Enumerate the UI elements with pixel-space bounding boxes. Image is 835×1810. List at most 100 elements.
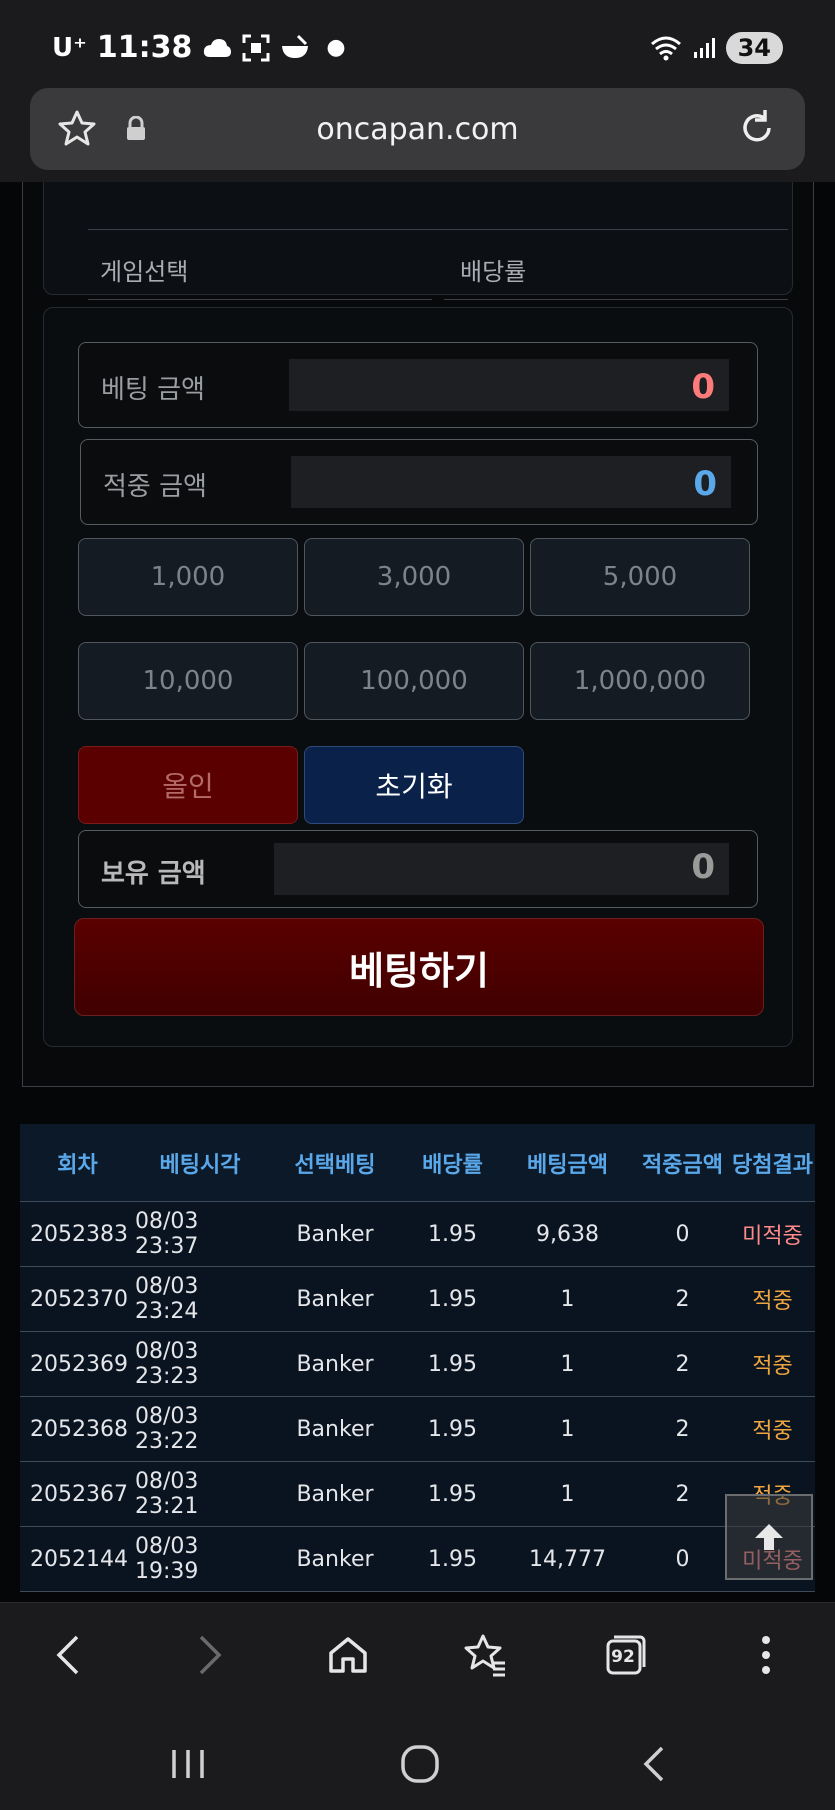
home-circle-icon bbox=[401, 1745, 439, 1783]
table-cell: 0 bbox=[675, 1546, 690, 1572]
table-cell: Banker bbox=[296, 1546, 374, 1572]
home-icon bbox=[329, 1637, 367, 1673]
home-button[interactable] bbox=[318, 1625, 378, 1685]
result-cell: 적중 bbox=[752, 1289, 793, 1314]
balance-value: 0 bbox=[691, 847, 715, 887]
table-row: 205214408/03 19:39Banker1.9514,7770미적중 bbox=[20, 1527, 815, 1592]
browser-toolbar: oncapan.com bbox=[0, 86, 835, 182]
column-header: 선택베팅 bbox=[294, 1152, 376, 1178]
table-cell: 2052368 bbox=[30, 1416, 128, 1442]
info-row-selection: 게임선택 배당률 bbox=[88, 230, 788, 300]
table-cell: 1 bbox=[560, 1416, 575, 1442]
column-header: 베팅시각 bbox=[159, 1152, 241, 1178]
table-cell: 2 bbox=[675, 1351, 690, 1377]
bet-form-panel: 베팅 금액 0 적중 금액 0 1,000 3,000 5,000 10,000… bbox=[43, 307, 793, 1047]
table-row: 205236708/03 23:21Banker1.9512적중 bbox=[20, 1462, 815, 1527]
chip-3000-button[interactable]: 3,000 bbox=[304, 538, 524, 616]
reset-button[interactable]: 초기화 bbox=[304, 746, 524, 824]
column-header: 당첨결과 bbox=[732, 1152, 813, 1178]
table-cell: Banker bbox=[296, 1481, 374, 1507]
star-list-icon bbox=[464, 1634, 505, 1677]
status-bar: U⁺ 11:38 ● 34 bbox=[0, 0, 835, 86]
all-in-button[interactable]: 올인 bbox=[78, 746, 298, 824]
forward-button[interactable] bbox=[180, 1625, 240, 1685]
table-cell: 2052369 bbox=[30, 1351, 128, 1377]
column-header: 베팅금액 bbox=[527, 1152, 608, 1178]
win-amount-label: 적중 금액 bbox=[103, 472, 207, 502]
chip-1000000-button[interactable]: 1,000,000 bbox=[530, 642, 750, 720]
balance-field: 보유 금액 0 bbox=[78, 830, 758, 908]
result-cell: 적중 bbox=[752, 1354, 793, 1379]
back-button[interactable] bbox=[38, 1625, 98, 1685]
table-cell: 1 bbox=[560, 1286, 575, 1312]
recent-apps-icon bbox=[172, 1750, 204, 1778]
bet-amount-value: 0 bbox=[691, 367, 715, 407]
table-cell: 0 bbox=[675, 1221, 690, 1247]
chip-100000-button[interactable]: 100,000 bbox=[304, 642, 524, 720]
bet-amount-label: 베팅 금액 bbox=[101, 375, 205, 405]
table-cell: 2 bbox=[675, 1286, 690, 1312]
system-nav-bar bbox=[0, 1706, 835, 1810]
table-header: 회차 베팅시각 선택베팅 배당률 베팅금액 적중금액 당첨결과 bbox=[20, 1124, 815, 1202]
column-header: 배당률 bbox=[422, 1152, 483, 1178]
table-cell: 2052383 bbox=[30, 1221, 128, 1247]
chip-5000-button[interactable]: 5,000 bbox=[530, 538, 750, 616]
signal-icon bbox=[693, 38, 715, 58]
table-cell: Banker bbox=[296, 1416, 374, 1442]
table-cell: 08/03 23:21 bbox=[135, 1469, 199, 1519]
more-vertical-icon bbox=[762, 1636, 770, 1674]
carrier-label: U⁺ bbox=[52, 32, 87, 63]
bookmarks-button[interactable] bbox=[456, 1625, 516, 1685]
notification-dot-icon: ● bbox=[326, 35, 346, 60]
table-cell: 1.95 bbox=[428, 1351, 477, 1377]
table-cell: 1 bbox=[560, 1481, 575, 1507]
battery-indicator: 34 bbox=[725, 32, 783, 64]
tabs-button[interactable]: 92 bbox=[596, 1625, 656, 1685]
table-cell: Banker bbox=[296, 1221, 374, 1247]
table-row: 2052370 08/03 23:24 Banker 1.95 1 2 적중 bbox=[20, 1267, 815, 1332]
table-cell: 2 bbox=[675, 1416, 690, 1442]
bet-amount-field: 베팅 금액 0 bbox=[78, 342, 758, 428]
reload-icon[interactable] bbox=[735, 106, 779, 150]
table-cell: 1.95 bbox=[428, 1481, 477, 1507]
recent-apps-button[interactable] bbox=[158, 1734, 218, 1794]
win-amount-display: 0 bbox=[291, 456, 731, 508]
table-cell: 1.95 bbox=[428, 1286, 477, 1312]
win-amount-field: 적중 금액 0 bbox=[80, 439, 758, 525]
back-system-button[interactable] bbox=[624, 1734, 684, 1794]
back-chevron-icon bbox=[643, 1746, 664, 1782]
bet-history-table: 회차 베팅시각 선택베팅 배당률 베팅금액 적중금액 당첨결과 2052383 08/03 2… bbox=[20, 1124, 815, 1592]
table-body: 2052383 08/03 23:37 Banker 1.95 9,638 0 미적중 205… bbox=[20, 1202, 815, 1592]
table-cell: 08/03 19:39 bbox=[135, 1534, 199, 1584]
info-row-top bbox=[88, 182, 788, 230]
menu-button[interactable] bbox=[736, 1625, 796, 1685]
chip-1000-button[interactable]: 1,000 bbox=[78, 538, 298, 616]
odds-label: 배당률 bbox=[460, 258, 527, 286]
table-row: 2052369 08/03 23:23 Banker 1.95 1 2 적중 bbox=[20, 1332, 815, 1397]
chip-10000-button[interactable]: 10,000 bbox=[78, 642, 298, 720]
win-amount-value: 0 bbox=[693, 464, 717, 504]
browser-nav-bar: 92 bbox=[0, 1602, 835, 1706]
cloud-icon bbox=[204, 38, 232, 57]
table-row: 2052368 08/03 23:22 Banker 1.95 1 2 적중 bbox=[20, 1397, 815, 1462]
game-select-label: 게임선택 bbox=[100, 258, 189, 286]
result-cell: 적중 bbox=[752, 1419, 793, 1444]
web-page: 게임선택 배당률 베팅 금액 0 적중 금액 0 1,000 3,000 5,0… bbox=[0, 182, 835, 1602]
betting-section: 게임선택 배당률 베팅 금액 0 적중 금액 0 1,000 3,000 5,0… bbox=[22, 182, 814, 1087]
table-cell: 08/03 23:22 bbox=[135, 1404, 199, 1454]
bet-amount-input[interactable]: 0 bbox=[289, 359, 729, 411]
home-system-button[interactable] bbox=[390, 1734, 450, 1794]
url-text[interactable]: oncapan.com bbox=[30, 112, 805, 147]
address-bar[interactable]: oncapan.com bbox=[30, 88, 805, 170]
table-cell: 08/03 23:37 bbox=[135, 1209, 199, 1259]
table-cell: 9,638 bbox=[536, 1221, 599, 1247]
column-header: 회차 bbox=[57, 1152, 98, 1178]
arrow-up-icon bbox=[755, 1524, 783, 1550]
table-cell: 1.95 bbox=[428, 1546, 477, 1572]
tab-count: 92 bbox=[611, 1647, 635, 1667]
place-bet-button[interactable]: 베팅하기 bbox=[74, 918, 764, 1016]
wifi-icon bbox=[650, 36, 681, 61]
table-row: 2052383 08/03 23:37 Banker 1.95 9,638 0 미적중 bbox=[20, 1202, 815, 1267]
result-cell: 미적중 bbox=[742, 1224, 803, 1249]
scroll-to-top-button[interactable] bbox=[725, 1494, 813, 1580]
